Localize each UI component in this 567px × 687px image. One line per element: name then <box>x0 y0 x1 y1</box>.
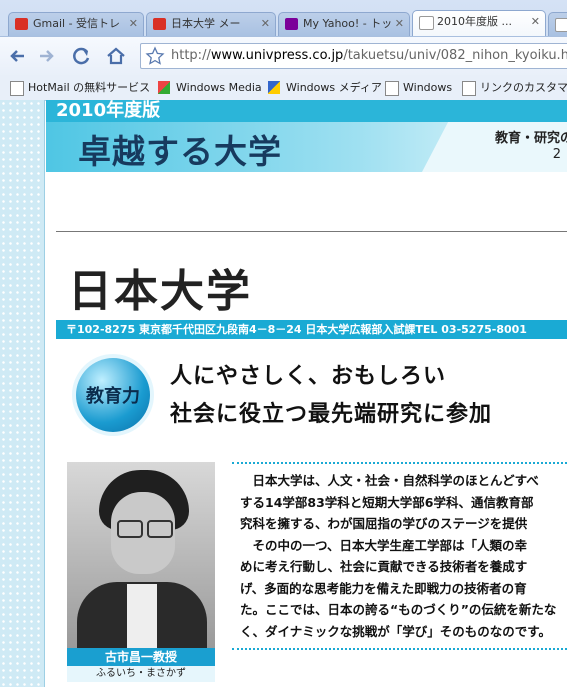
home-button[interactable] <box>104 44 128 68</box>
page-icon <box>385 81 399 96</box>
tab-strip: Gmail - 受信トレ ✕ 日本大学 メー ✕ My Yahoo! - トッ … <box>0 0 567 36</box>
article-line: 究科を擁する、わが国屈指の学びのステージを提供 <box>240 516 528 531</box>
site-header: 2010年度版 卓越する大学 教育・研究の 2 <box>46 100 567 172</box>
tab-my-yahoo[interactable]: My Yahoo! - トッ ✕ <box>278 12 410 36</box>
tab-label: Gmail - 受信トレ <box>33 17 121 30</box>
bookmark-label: HotMail の無料サービス <box>28 81 151 94</box>
url-prefix: http:// <box>171 48 211 63</box>
close-icon[interactable]: ✕ <box>395 13 404 35</box>
catchphrase-line-1: 人にやさしく、おもしろい <box>170 364 447 389</box>
tab-active-takuetsu[interactable]: 2010年度版 ... ✕ <box>412 10 546 36</box>
article-line: めに考え行動し、社会に貢献できる技術者を養成す <box>240 559 528 574</box>
web-page: 2010年度版 卓越する大学 教育・研究の 2 日本大学 〒102-8275 東… <box>0 100 567 687</box>
home-icon <box>107 47 125 65</box>
article-line: く、ダイナミックな挑戦が「学び」そのものなのです。 <box>240 623 552 639</box>
page-icon <box>419 16 434 30</box>
tab-nihon-mail[interactable]: 日本大学 メー ✕ <box>146 12 276 36</box>
header-subtitle: 教育・研究の <box>494 131 567 146</box>
yahoo-icon <box>285 18 298 30</box>
tab-gmail[interactable]: Gmail - 受信トレ ✕ <box>8 12 144 36</box>
close-icon[interactable]: ✕ <box>129 13 138 35</box>
address-bar[interactable]: http://www.univpress.co.jp/takuetsu/univ… <box>140 43 567 69</box>
page-icon <box>10 81 24 96</box>
windows-icon <box>158 81 170 94</box>
close-icon[interactable]: ✕ <box>531 11 540 33</box>
star-icon[interactable] <box>145 46 165 66</box>
back-arrow-icon <box>10 50 24 62</box>
professor-name-reading: ふるいち・まさかず <box>67 666 215 682</box>
address-bar-strip: 〒102-8275 東京都千代田区九段南4－8－24 日本大学広報部入試課TEL… <box>56 320 567 339</box>
header-number: 2 <box>552 147 561 162</box>
professor-name: 古市昌一教授 <box>67 648 215 666</box>
url-domain: www.univpress.co.jp <box>210 48 344 63</box>
bookmark-windows-media[interactable]: Windows Media <box>158 79 262 97</box>
forward-arrow-icon <box>40 50 54 62</box>
education-badge: 教育力 <box>76 358 150 432</box>
bookmark-label: Windows Media <box>176 81 262 94</box>
close-icon[interactable]: ✕ <box>261 13 270 35</box>
tab-label: 2010年度版 ... <box>437 15 512 28</box>
bookmark-hotmail[interactable]: HotMail の無料サービス <box>10 79 150 97</box>
photo-shirt <box>127 584 157 648</box>
bookmark-windows[interactable]: Windows <box>385 79 452 97</box>
header-year: 2010年度版 <box>56 100 161 121</box>
dotted-divider-bottom <box>232 648 567 650</box>
bookmark-label: Windows メディア <box>286 81 382 94</box>
toolbar: http://www.univpress.co.jp/takuetsu/univ… <box>0 36 567 77</box>
windows-icon <box>268 81 280 94</box>
photo-glasses <box>147 520 173 538</box>
photo-glasses <box>117 520 143 538</box>
tab-extra[interactable] <box>548 12 567 36</box>
bookmark-label: Windows <box>403 81 453 94</box>
tab-label: 日本大学 メー <box>171 17 241 30</box>
badge-label: 教育力 <box>86 386 140 407</box>
header-title: 卓越する大学 <box>78 132 282 171</box>
divider <box>56 231 567 232</box>
browser-chrome: Gmail - 受信トレ ✕ 日本大学 メー ✕ My Yahoo! - トッ … <box>0 0 567 101</box>
page-icon <box>462 81 476 96</box>
mail-icon <box>153 18 166 30</box>
bookmark-label: リンクのカスタマイズ <box>480 81 567 94</box>
tab-label: My Yahoo! - トッ <box>303 17 393 30</box>
article-line: その中の一つ、日本大学生産工学部は「人類の幸 <box>240 537 528 553</box>
gmail-icon <box>15 18 28 30</box>
dotted-divider-top <box>232 462 567 464</box>
article-line: 日本大学は、人文・社会・自然科学のほとんどすべ <box>240 473 539 488</box>
professor-photo <box>67 462 215 648</box>
bookmark-windows-media-jp[interactable]: Windows メディア <box>268 79 382 97</box>
catchphrase-line-2: 社会に役立つ最先端研究に参加 <box>170 402 493 427</box>
article-line: た。ここでは、日本の誇る“ものづくり”の伝統を新たな <box>240 602 557 617</box>
bookmarks-bar: HotMail の無料サービス Windows Media Windows メデ… <box>0 76 567 101</box>
reload-icon <box>73 47 90 65</box>
article-line: げ、多面的な思考能力を備えた即戦力の技術者の育 <box>240 580 527 596</box>
reload-button[interactable] <box>70 44 94 68</box>
university-name: 日本大学 <box>68 266 252 317</box>
page-icon <box>555 18 567 32</box>
forward-button[interactable] <box>34 44 58 68</box>
back-button[interactable] <box>6 44 30 68</box>
decorative-side-band <box>0 100 45 687</box>
url-path: /takuetsu/univ/082_nihon_kyoiku.ht <box>343 48 567 63</box>
article-line: する14学部83学科と短期大学部6学科、通信教育部 <box>240 494 534 510</box>
header-top-bar: 2010年度版 <box>46 100 567 122</box>
bookmark-customize-links[interactable]: リンクのカスタマイズ <box>462 79 567 97</box>
article-body: 日本大学は、人文・社会・自然科学のほとんどすべ する14学部83学科と短期大学部… <box>240 470 567 642</box>
